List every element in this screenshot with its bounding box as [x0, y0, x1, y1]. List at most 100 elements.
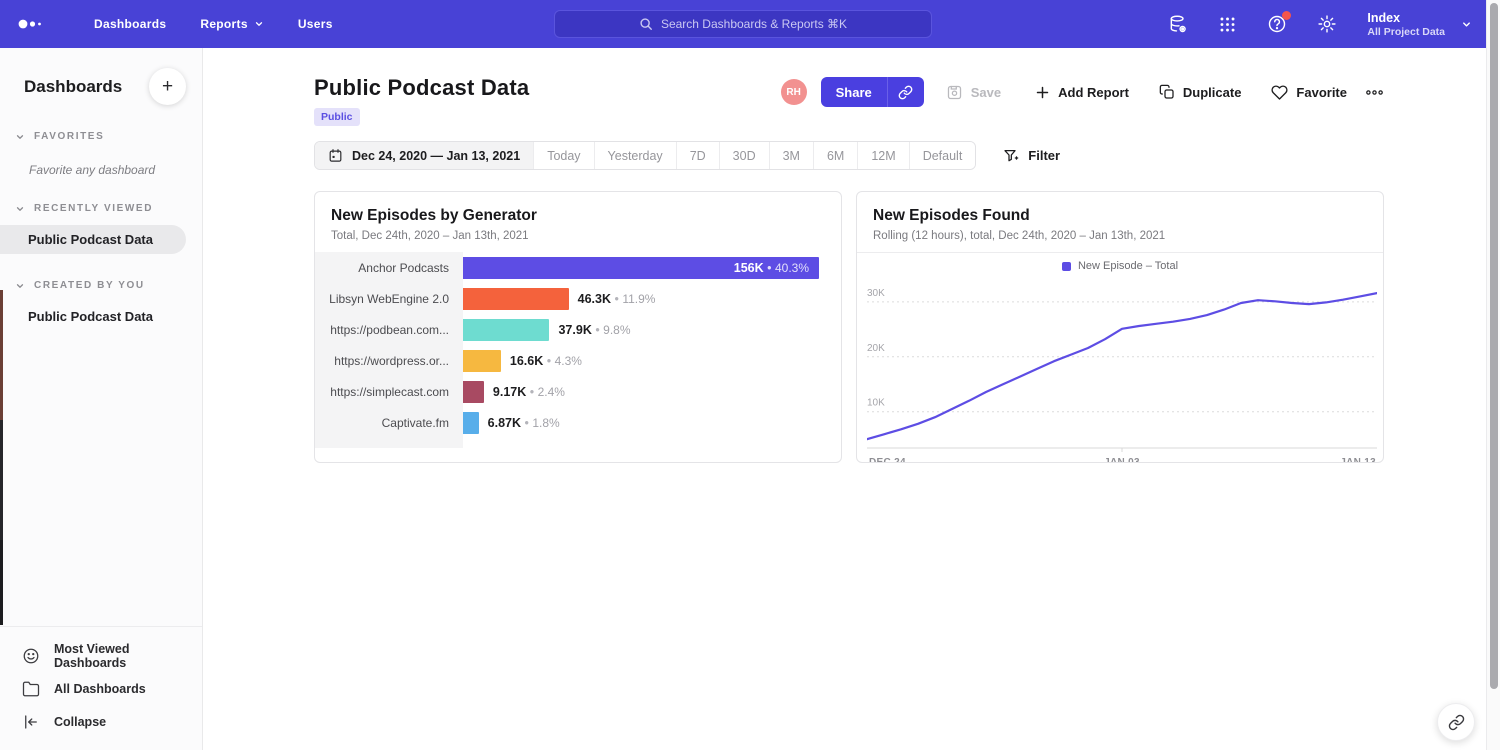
date-preset-yesterday[interactable]: Yesterday	[594, 142, 676, 169]
collapse-sidebar-button[interactable]: Collapse	[0, 705, 202, 738]
bar-row[interactable]: 37.9K • 9.8%	[463, 314, 819, 345]
nav-dashboards[interactable]: Dashboards	[94, 17, 166, 31]
calendar-icon	[328, 148, 343, 163]
date-preset-30d[interactable]: 30D	[719, 142, 769, 169]
bar-row[interactable]: 156K • 40.3%	[463, 252, 819, 283]
date-preset-6m[interactable]: 6M	[813, 142, 857, 169]
save-button[interactable]: Save	[946, 84, 1001, 101]
favorite-label: Favorite	[1296, 85, 1347, 100]
bar-row[interactable]: 16.6K • 4.3%	[463, 345, 819, 376]
section-label: CREATED BY YOU	[34, 280, 145, 291]
section-label: FAVORITES	[34, 131, 104, 142]
footer-label: Collapse	[54, 715, 106, 729]
favorites-empty-note: Favorite any dashboard	[29, 163, 202, 177]
date-range-picker[interactable]: Dec 24, 2020 — Jan 13, 2021	[315, 142, 533, 169]
scrollbar-thumb[interactable]	[1490, 3, 1498, 689]
date-preset-12m[interactable]: 12M	[857, 142, 908, 169]
date-preset-7d[interactable]: 7D	[676, 142, 719, 169]
settings-gear-icon[interactable]	[1317, 14, 1337, 34]
chevron-down-icon	[15, 204, 25, 214]
footer-label: All Dashboards	[54, 682, 146, 696]
section-recently-viewed[interactable]: RECENTLY VIEWED	[0, 203, 202, 214]
scrollbar-track[interactable]	[1486, 0, 1500, 750]
bar-category-label: https://simplecast.com	[315, 376, 463, 407]
duplicate-label: Duplicate	[1183, 85, 1242, 100]
search-icon	[639, 17, 653, 31]
share-button[interactable]: Share	[821, 77, 887, 107]
date-toolbar: Dec 24, 2020 — Jan 13, 2021 TodayYesterd…	[314, 141, 1500, 170]
link-icon	[1448, 714, 1465, 731]
data-sources-icon[interactable]	[1168, 14, 1188, 34]
bar-segment[interactable]	[463, 381, 484, 403]
link-icon	[898, 85, 913, 100]
card-subtitle: Rolling (12 hours), total, Dec 24th, 202…	[873, 230, 1367, 242]
folder-icon	[22, 680, 40, 698]
top-navbar: Dashboards Reports Users Search Dashboar…	[0, 0, 1500, 48]
add-dashboard-button[interactable]: +	[149, 68, 186, 105]
sidebar: Dashboards + FAVORITES Favorite any dash…	[0, 48, 203, 750]
bar-value-label: 37.9K • 9.8%	[558, 323, 630, 337]
date-range-group: Dec 24, 2020 — Jan 13, 2021 TodayYesterd…	[314, 141, 976, 170]
bar-row[interactable]: 6.87K • 1.8%	[463, 407, 819, 438]
copy-link-fab[interactable]	[1437, 703, 1475, 741]
bar-row[interactable]: 46.3K • 11.9%	[463, 283, 819, 314]
bar-row[interactable]: 9.17K • 2.4%	[463, 376, 819, 407]
bar-category-label: https://wordpress.or...	[315, 345, 463, 376]
card-title: New Episodes by Generator	[331, 207, 825, 225]
save-icon	[946, 84, 963, 101]
share-link-button[interactable]	[887, 77, 924, 107]
date-preset-default[interactable]: Default	[909, 142, 976, 169]
filter-button[interactable]: Filter	[1003, 148, 1060, 164]
nav-users[interactable]: Users	[298, 17, 333, 31]
bar-segment[interactable]	[463, 319, 549, 341]
card-new-episodes-by-generator: New Episodes by Generator Total, Dec 24t…	[314, 191, 842, 463]
bar-value-label: 46.3K • 11.9%	[578, 292, 656, 306]
section-favorites[interactable]: FAVORITES	[0, 131, 202, 142]
section-created-by-you[interactable]: CREATED BY YOU	[0, 280, 202, 291]
chart-legend: New Episode – Total	[857, 253, 1383, 279]
search-input[interactable]: Search Dashboards & Reports ⌘K	[554, 10, 932, 38]
duplicate-button[interactable]: Duplicate	[1159, 84, 1242, 100]
bar-segment[interactable]	[463, 350, 501, 372]
bar-category-label: Captivate.fm	[315, 407, 463, 438]
sidebar-item-public-podcast-data[interactable]: Public Podcast Data	[0, 302, 186, 331]
bar-value-label: 156K • 40.3%	[734, 261, 809, 275]
save-label: Save	[971, 85, 1001, 100]
more-dots-icon	[1365, 88, 1384, 97]
workspace-name: Index	[1367, 10, 1445, 26]
bar-segment[interactable]	[463, 412, 479, 434]
help-icon[interactable]	[1267, 14, 1287, 34]
x-axis-tick-label: JAN 13	[1340, 457, 1376, 463]
line-series-new-episode-total[interactable]	[867, 293, 1377, 439]
date-preset-today[interactable]: Today	[533, 142, 593, 169]
add-report-button[interactable]: Add Report	[1035, 85, 1129, 100]
background-window-sliver	[0, 290, 3, 420]
collapse-icon	[22, 713, 40, 731]
y-axis-tick-label: 30K	[867, 288, 885, 299]
apps-grid-icon[interactable]	[1218, 15, 1237, 34]
filter-label: Filter	[1028, 148, 1060, 163]
workspace-switcher[interactable]: Index All Project Data	[1367, 10, 1472, 38]
date-preset-3m[interactable]: 3M	[769, 142, 813, 169]
app-logo-icon[interactable]	[16, 16, 46, 32]
sidebar-item-public-podcast-data[interactable]: Public Podcast Data	[0, 225, 186, 254]
nav-reports[interactable]: Reports	[200, 17, 263, 31]
bar-segment[interactable]	[463, 288, 569, 310]
nav-reports-label: Reports	[200, 17, 247, 31]
page-title: Public Podcast Data	[314, 75, 529, 101]
chevron-down-icon	[15, 281, 25, 291]
duplicate-icon	[1159, 84, 1175, 100]
most-viewed-dashboards-link[interactable]: Most Viewed Dashboards	[0, 639, 202, 672]
avatar[interactable]: RH	[781, 79, 807, 105]
chevron-down-icon	[15, 132, 25, 142]
header-actions: RH Share Save Add Report Dupl	[781, 77, 1384, 107]
all-dashboards-link[interactable]: All Dashboards	[0, 672, 202, 705]
y-axis-tick-label: 10K	[867, 398, 885, 409]
search-placeholder: Search Dashboards & Reports ⌘K	[661, 17, 847, 31]
more-options-button[interactable]	[1365, 88, 1384, 97]
smiley-icon	[22, 647, 40, 665]
line-chart: 10K20K30KDEC 24JAN 03JAN 13	[867, 281, 1377, 463]
favorite-button[interactable]: Favorite	[1271, 84, 1347, 101]
bar-segment[interactable]: 156K • 40.3%	[463, 257, 819, 279]
main-content: Public Podcast Data Public RH Share Save	[203, 48, 1500, 750]
